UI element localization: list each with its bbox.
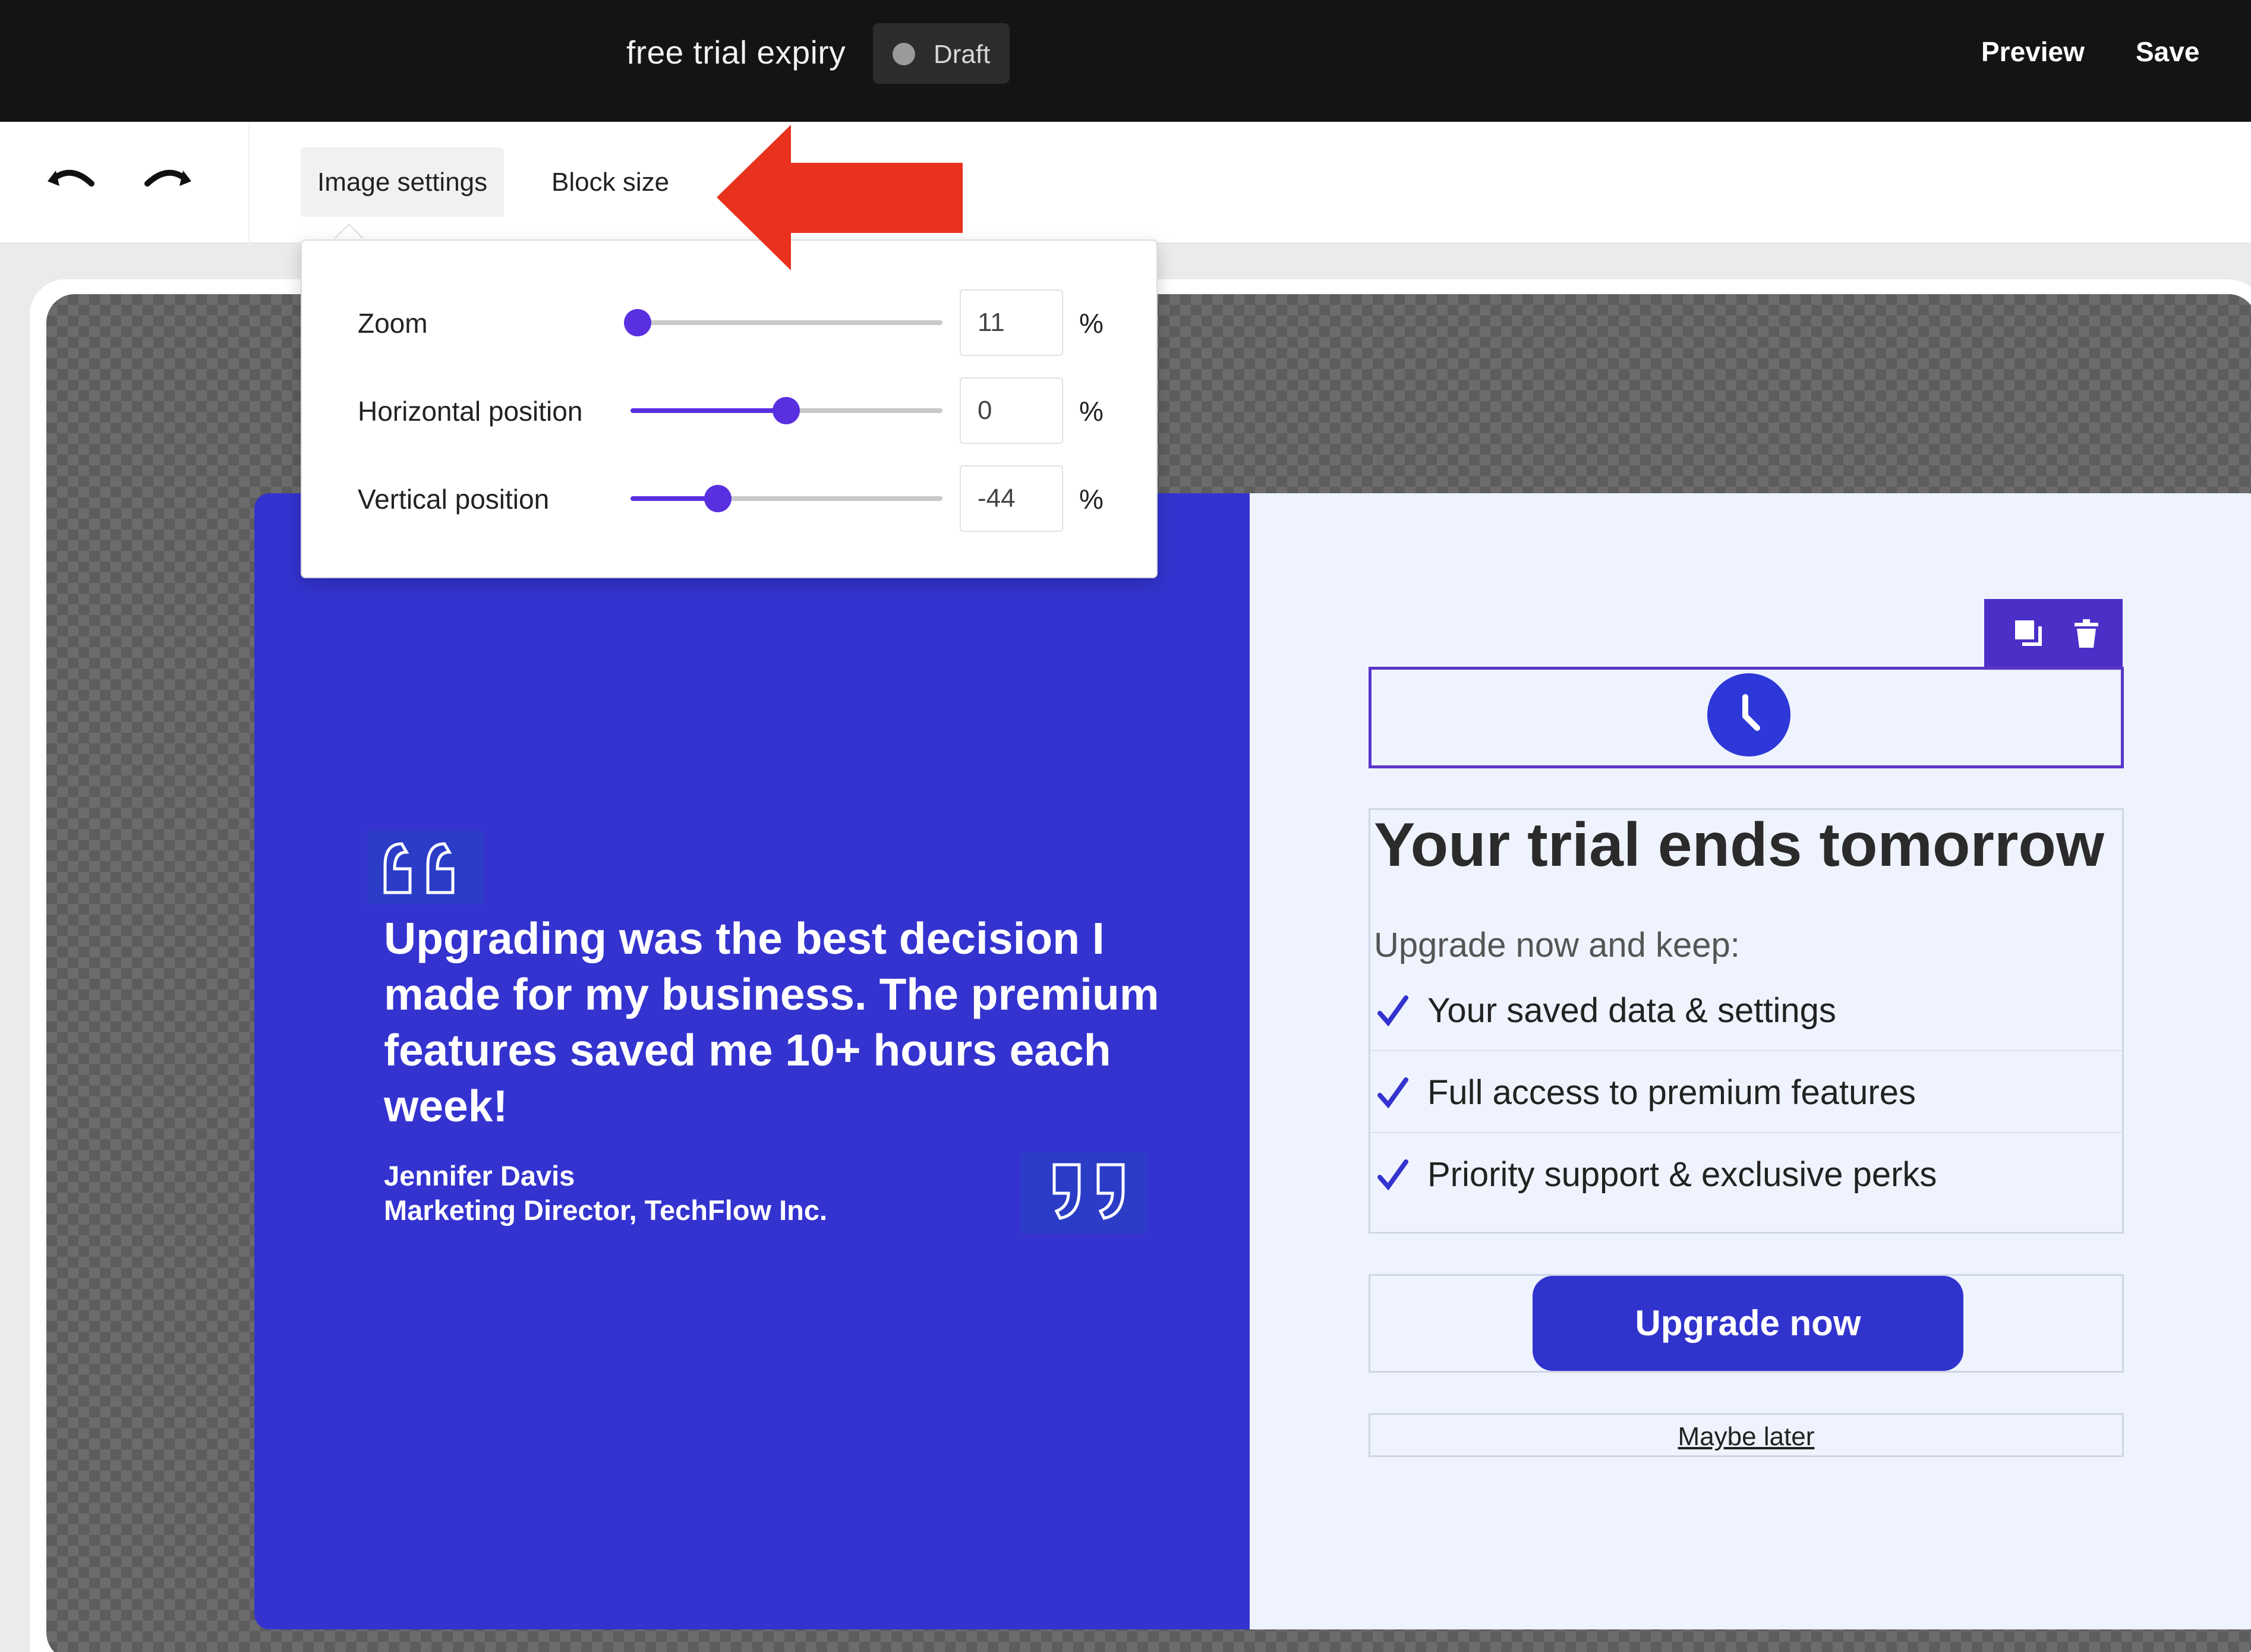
zoom-slider-handle[interactable] <box>624 309 651 336</box>
checkmark-icon <box>1377 1159 1408 1191</box>
vertical-label: Vertical position <box>358 484 550 515</box>
horizontal-row: Horizontal position % <box>302 375 1159 446</box>
vertical-row: Vertical position % <box>302 463 1159 534</box>
horizontal-unit: % <box>1079 396 1104 427</box>
zoom-unit: % <box>1079 308 1104 339</box>
close-quote-icon <box>1021 1153 1147 1234</box>
feature-item: Full access to premium features <box>1370 1051 2122 1133</box>
text-block[interactable]: Your trial ends tomorrow Upgrade now and… <box>1369 808 2124 1234</box>
icon-block-selected[interactable] <box>1369 667 2124 768</box>
testimonial-panel[interactable]: Upgrading was the best decision I made f… <box>254 493 1250 1629</box>
status-label: Draft <box>934 40 991 69</box>
testimonial-quote: Upgrading was the best decision I made f… <box>384 913 1159 1131</box>
duplicate-icon[interactable] <box>2012 617 2045 650</box>
zoom-label: Zoom <box>358 308 428 339</box>
vertical-slider-handle[interactable] <box>704 485 732 512</box>
horizontal-slider[interactable] <box>630 397 942 424</box>
vertical-input[interactable] <box>960 465 1063 532</box>
checkmark-icon <box>1377 995 1408 1027</box>
maybe-later-link[interactable]: Maybe later <box>1370 1422 2122 1452</box>
redo-icon[interactable] <box>138 157 197 205</box>
zoom-input[interactable] <box>960 289 1063 356</box>
status-badge: Draft <box>873 23 1010 84</box>
document-title[interactable]: free trial expiry <box>626 33 846 71</box>
annotation-arrow-icon <box>717 125 963 270</box>
feature-item: Priority support & exclusive perks <box>1370 1133 2122 1215</box>
feature-text: Full access to premium features <box>1427 1073 1916 1112</box>
tab-block-size[interactable]: Block size <box>535 147 686 217</box>
status-dot-icon <box>893 43 915 65</box>
toolbar-divider <box>248 122 250 244</box>
open-quote-icon <box>367 831 484 904</box>
button-block: Upgrade now <box>1369 1274 2124 1373</box>
horizontal-label: Horizontal position <box>358 396 583 427</box>
zoom-row: Zoom % <box>302 287 1159 358</box>
feature-item: Your saved data & settings <box>1370 969 2122 1051</box>
link-block: Maybe later <box>1369 1413 2124 1457</box>
checkmark-icon <box>1377 1077 1408 1109</box>
horizontal-slider-fill <box>630 408 786 413</box>
block-actions-toolbar <box>1984 599 2123 667</box>
vertical-slider[interactable] <box>630 485 942 512</box>
author-title: Marketing Director, TechFlow Inc. <box>384 1194 828 1226</box>
clock-icon <box>1707 673 1790 756</box>
horizontal-slider-handle[interactable] <box>773 397 800 424</box>
testimonial-author: Jennifer Davis Marketing Director, TechF… <box>384 1159 827 1228</box>
preview-button[interactable]: Preview <box>1981 36 2085 68</box>
image-settings-popover: Zoom % Horizontal position % Vertical po… <box>301 239 1158 578</box>
feature-text: Your saved data & settings <box>1427 991 1836 1030</box>
upgrade-now-button[interactable]: Upgrade now <box>1533 1276 1963 1371</box>
editor-toolbar: Image settings Block size <box>0 122 2251 244</box>
feature-text: Priority support & exclusive perks <box>1427 1155 1937 1194</box>
save-button[interactable]: Save <box>2136 36 2199 68</box>
tab-image-settings[interactable]: Image settings <box>301 147 505 217</box>
vertical-unit: % <box>1079 484 1104 515</box>
zoom-slider[interactable] <box>624 309 942 336</box>
undo-icon[interactable] <box>42 157 101 205</box>
email-card: Upgrading was the best decision I made f… <box>254 493 2251 1629</box>
delete-icon[interactable] <box>2070 617 2103 650</box>
horizontal-input[interactable] <box>960 377 1063 444</box>
author-name: Jennifer Davis <box>384 1160 575 1191</box>
top-bar: free trial expiry Draft Preview Save <box>0 0 2251 122</box>
headline: Your trial ends tomorrow <box>1374 811 2104 879</box>
subheadline: Upgrade now and keep: <box>1374 926 1740 964</box>
